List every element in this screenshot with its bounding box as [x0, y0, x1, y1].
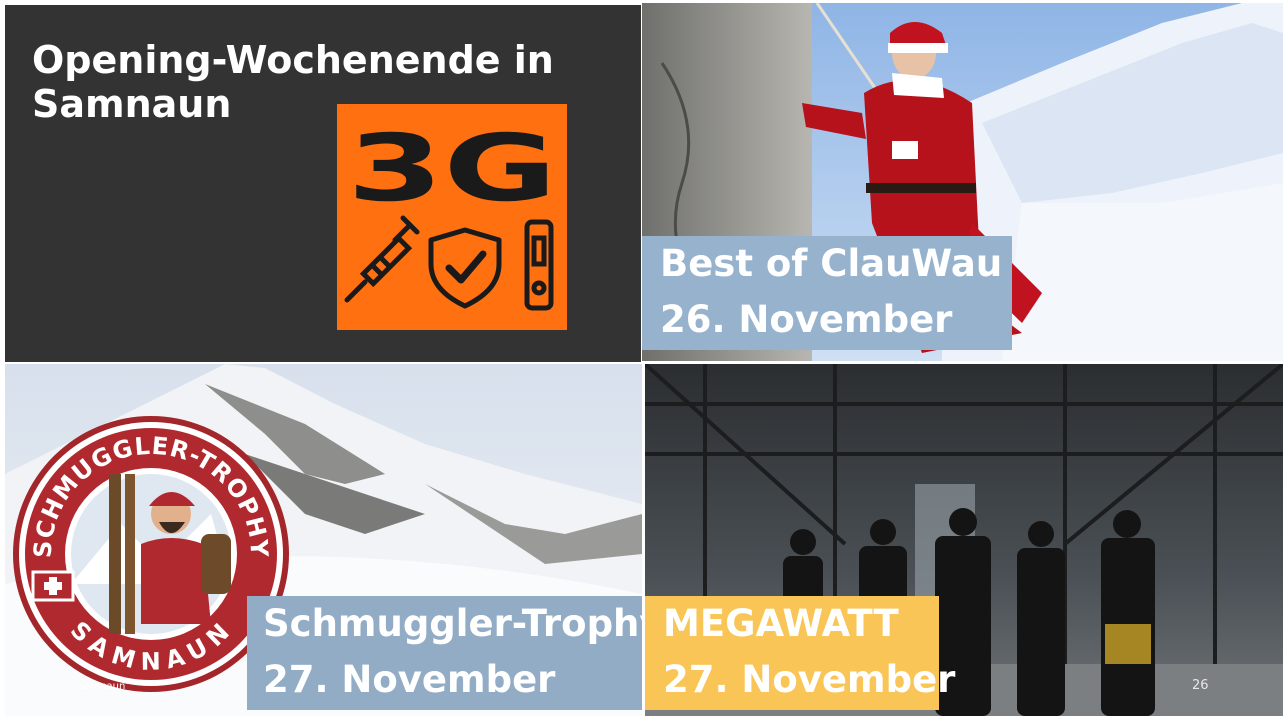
megawatt-date: 27. November [663, 658, 956, 701]
megawatt-title: MEGAWATT [663, 602, 899, 645]
schmuggler-date: 27. November [263, 658, 556, 701]
footer-label: Samnaun [78, 681, 126, 692]
3g-badge-label: 3G [347, 115, 557, 222]
3g-badge: 3G [337, 104, 567, 330]
title-line-1: Opening-Wochenende in [32, 38, 554, 82]
clauwau-date: 26. November [660, 298, 953, 341]
clauwau-caption: Best of ClauWau 26. November [642, 236, 1012, 350]
swiss-cross-icon [31, 570, 75, 602]
clauwau-title: Best of ClauWau [660, 242, 1003, 285]
title-panel: Opening-Wochenende in Samnaun 3G [5, 5, 641, 362]
title-line-2: Samnaun [32, 82, 232, 126]
page-number: 26 [1192, 678, 1209, 693]
schmuggler-caption: Schmuggler-Trophy 27. November [247, 596, 664, 710]
megawatt-caption: MEGAWATT 27. November [645, 596, 956, 710]
schmuggler-title: Schmuggler-Trophy [263, 602, 664, 645]
